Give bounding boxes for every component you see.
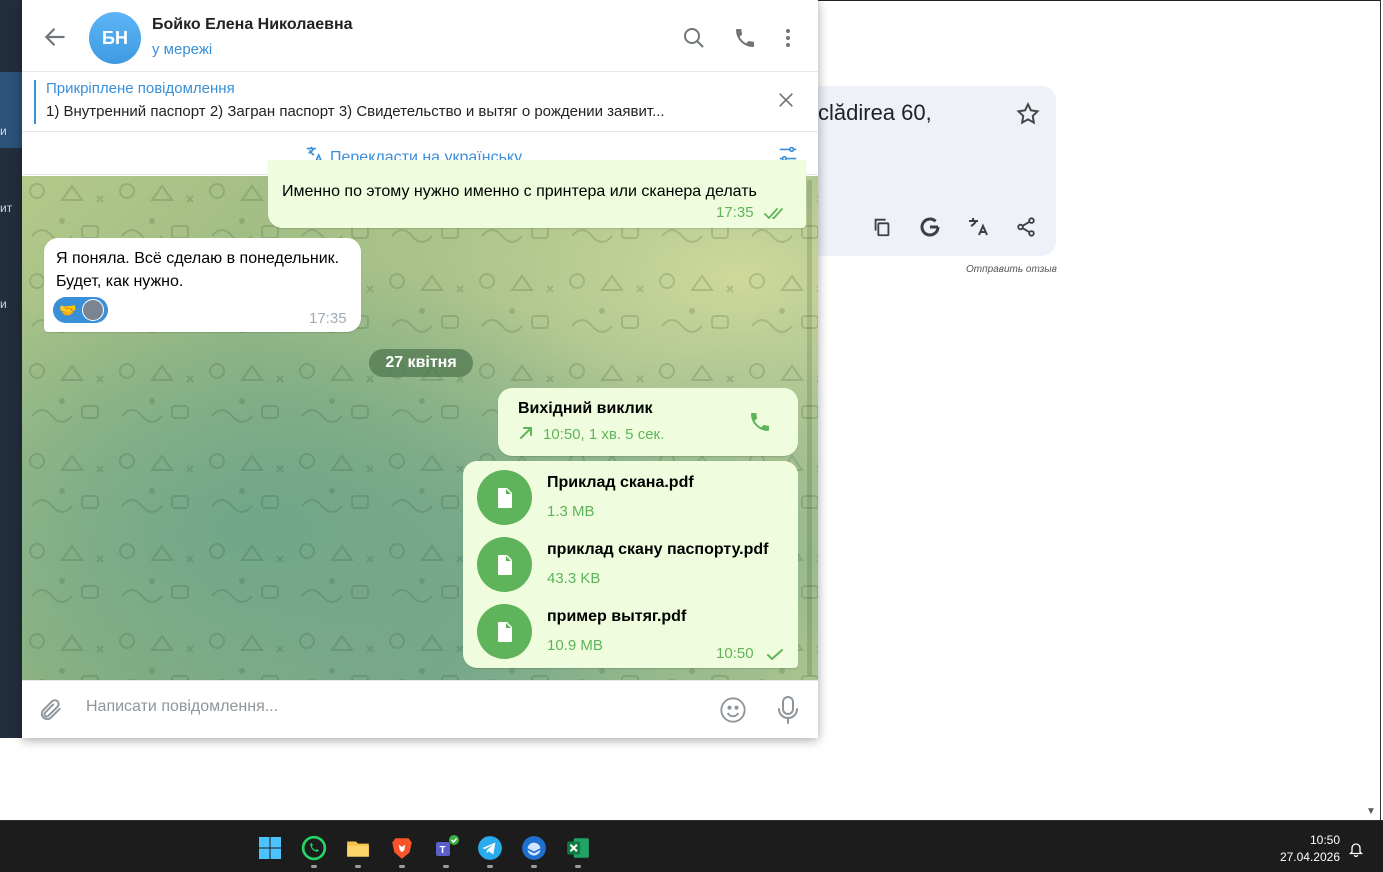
outgoing-call-message[interactable]: Вихідний виклик 10:50, 1 хв. 5 сек. — [498, 388, 798, 456]
message-time: 10:50 — [716, 645, 754, 662]
paperclip-icon[interactable] — [38, 697, 64, 723]
outgoing-arrow-icon — [518, 425, 534, 441]
call-title: Вихідний виклик — [518, 400, 653, 417]
close-icon[interactable] — [776, 90, 796, 110]
translate-swap-icon[interactable] — [966, 214, 990, 240]
windows-taskbar: T 10:50 27.04.2026 — [0, 820, 1383, 872]
phone-icon[interactable] — [748, 410, 772, 434]
pinned-title: Прикріплене повідомлення — [46, 80, 235, 97]
teams-icon[interactable]: T — [433, 835, 459, 861]
clock-time[interactable]: 10:50 — [1305, 833, 1340, 847]
contact-status: у мережі — [152, 41, 213, 58]
maps-address-text: clădirea 60, — [818, 100, 932, 125]
chat-header: БН Бойко Елена Николаевна у мережі — [22, 0, 818, 72]
message-composer — [22, 680, 818, 738]
file-attachment[interactable]: приклад скану паспорту.pdf 43.3 KB — [477, 537, 787, 597]
file-name: приклад скану паспорту.pdf — [547, 541, 769, 558]
back-arrow-icon[interactable] — [42, 24, 68, 50]
share-icon[interactable] — [1014, 214, 1038, 240]
running-indicator — [355, 865, 361, 868]
avatar[interactable]: БН — [89, 12, 141, 64]
emoji-icon[interactable] — [719, 696, 747, 724]
handshake-emoji-icon: 🤝 — [59, 302, 77, 318]
thunderbird-icon[interactable] — [521, 835, 547, 861]
phone-call-icon[interactable] — [733, 26, 757, 50]
message-text-line-1: Я поняла. Всё сделаю в понедельник. — [56, 250, 340, 267]
running-indicator — [531, 865, 537, 868]
document-icon[interactable] — [477, 604, 532, 659]
file-explorer-icon[interactable] — [345, 835, 371, 861]
scroll-down-arrow-icon[interactable]: ▼ — [1366, 806, 1376, 817]
call-details: 10:50, 1 хв. 5 сек. — [543, 426, 665, 443]
file-size: 10.9 MB — [547, 637, 603, 654]
clock-date[interactable]: 27.04.2026 — [1270, 850, 1340, 864]
outgoing-files-message: Приклад скана.pdf 1.3 MB приклад скану п… — [463, 461, 798, 668]
google-icon[interactable] — [918, 214, 942, 240]
brave-browser-icon[interactable] — [389, 835, 415, 861]
file-attachment[interactable]: Приклад скана.pdf 1.3 MB — [477, 470, 787, 530]
sidebar-fragment-2: ит — [0, 201, 13, 215]
message-text-line-2: Будет, как нужно. — [56, 273, 184, 290]
document-icon[interactable] — [477, 470, 532, 525]
excel-icon[interactable] — [565, 835, 591, 861]
notification-bell-icon[interactable] — [1348, 841, 1364, 858]
running-indicator — [575, 865, 581, 868]
running-indicator — [443, 865, 449, 868]
star-icon[interactable] — [1015, 101, 1041, 127]
document-icon[interactable] — [477, 537, 532, 592]
maps-action-row — [870, 214, 1038, 240]
chat-scrollbar[interactable] — [807, 180, 812, 676]
background-scrollbar-edge — [1380, 0, 1381, 820]
pinned-accent-bar — [34, 80, 36, 124]
telegram-chat-window: БН Бойко Елена Николаевна у мережі Прикр… — [22, 0, 818, 738]
reaction-badge[interactable]: 🤝 — [53, 297, 108, 323]
chat-list-sidebar: и ит и — [0, 0, 22, 738]
message-time: 17:35 — [309, 310, 347, 327]
search-icon[interactable] — [682, 26, 706, 50]
incoming-message[interactable]: Я поняла. Всё сделаю в понедельник. Буде… — [44, 238, 361, 332]
microphone-icon[interactable] — [777, 695, 799, 725]
send-feedback-link[interactable]: Отправить отзыв — [966, 264, 1057, 275]
file-size: 43.3 KB — [547, 570, 601, 587]
background-window-edge — [818, 0, 1381, 1]
message-time: 17:35 — [716, 204, 754, 221]
running-indicator — [311, 865, 317, 868]
copy-icon[interactable] — [870, 214, 894, 240]
reactor-avatar — [82, 299, 104, 321]
running-indicator — [399, 865, 405, 868]
message-text: Именно по этому нужно именно с принтера … — [282, 183, 757, 200]
windows-start-icon[interactable] — [257, 835, 283, 861]
double-check-icon — [764, 207, 788, 221]
message-input[interactable] — [86, 698, 686, 716]
file-name: Приклад скана.pdf — [547, 474, 694, 491]
pinned-message-bar[interactable]: Прикріплене повідомлення 1) Внутренний п… — [22, 72, 818, 132]
pinned-text: 1) Внутренний паспорт 2) Загран паспорт … — [46, 103, 665, 120]
file-name: пример вытяг.pdf — [547, 608, 687, 625]
telegram-icon[interactable] — [477, 835, 503, 861]
file-size: 1.3 MB — [547, 503, 595, 520]
sidebar-fragment-1: и — [0, 124, 7, 138]
sidebar-fragment-3: и — [0, 297, 7, 311]
more-vertical-icon[interactable] — [776, 26, 800, 50]
contact-name[interactable]: Бойко Елена Николаевна — [152, 16, 353, 34]
running-indicator — [487, 865, 493, 868]
outgoing-message[interactable]: Именно по этому нужно именно с принтера … — [268, 160, 806, 228]
whatsapp-icon[interactable] — [301, 835, 327, 861]
svg-text:T: T — [440, 845, 446, 856]
check-icon — [766, 648, 784, 662]
date-separator: 27 квітня — [369, 349, 473, 377]
